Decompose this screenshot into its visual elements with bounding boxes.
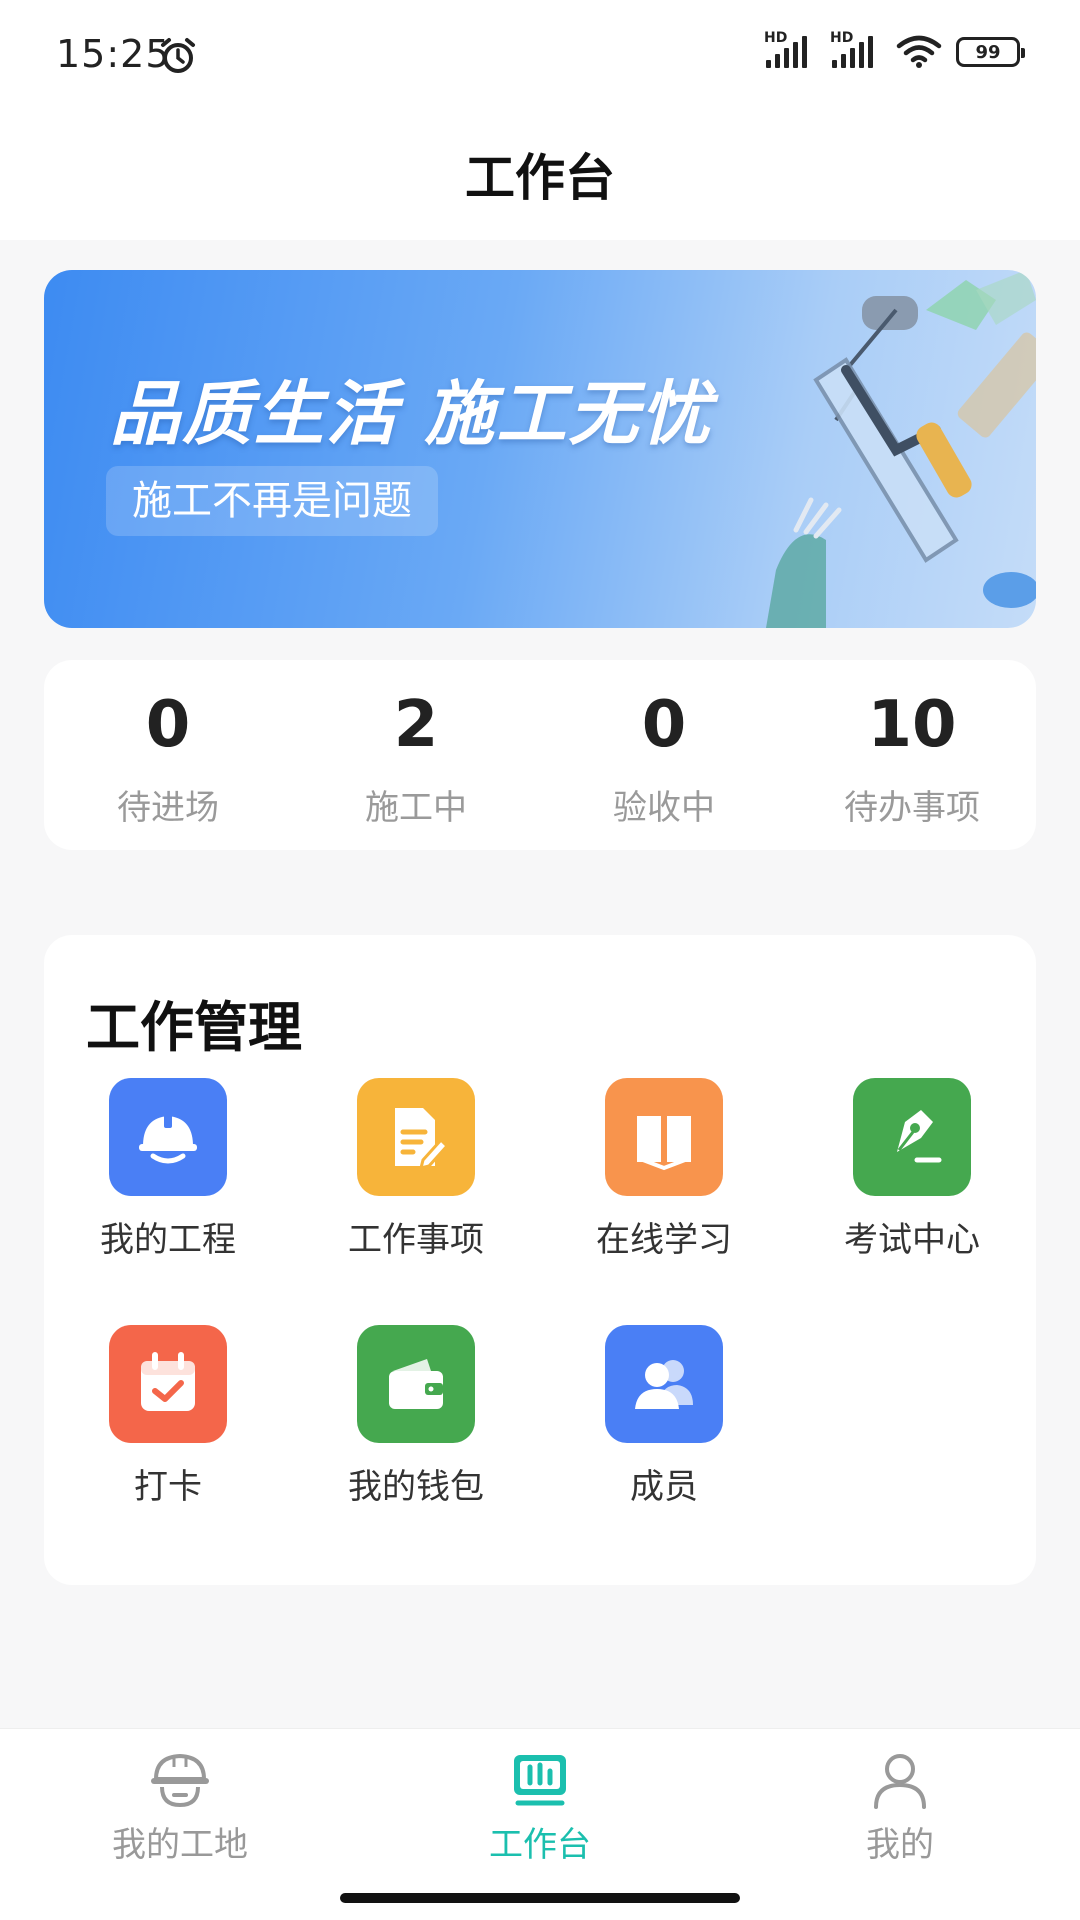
pen-icon — [853, 1078, 971, 1196]
nav-item-my-site[interactable]: 我的工地 — [60, 1751, 300, 1866]
stat-value: 0 — [145, 688, 191, 762]
bottom-nav: 我的工地 工作台 我的 — [0, 1728, 1080, 1920]
stats-card: 0 待进场 2 施工中 0 验收中 10 待办事项 — [44, 660, 1036, 850]
signal-icon: HD — [830, 30, 882, 70]
grid-item-exam-center[interactable]: 考试中心 — [788, 1078, 1036, 1261]
stat-in-construction[interactable]: 2 施工中 — [292, 660, 540, 850]
stat-value: 0 — [641, 688, 687, 762]
alarm-icon — [161, 38, 195, 73]
grid-item-label: 考试中心 — [844, 1220, 980, 1260]
stat-value: 10 — [867, 688, 957, 762]
stat-label: 待办事项 — [844, 788, 980, 828]
nav-label: 我的 — [866, 1825, 934, 1865]
stat-label: 验收中 — [613, 788, 715, 828]
grid-item-label: 我的工程 — [100, 1220, 236, 1260]
nav-label: 工作台 — [489, 1825, 591, 1865]
banner-subtitle: 施工不再是问题 — [106, 466, 438, 536]
dashboard-icon — [514, 1755, 566, 1806]
wallet-icon — [357, 1325, 475, 1443]
grid-item-my-projects[interactable]: 我的工程 — [44, 1078, 292, 1261]
grid-item-check-in[interactable]: 打卡 — [44, 1325, 292, 1508]
grid-item-label: 在线学习 — [596, 1220, 732, 1260]
grid-item-label: 成员 — [630, 1467, 698, 1507]
nav-item-mine[interactable]: 我的 — [780, 1751, 1020, 1866]
app-header: 工作台 — [0, 110, 1080, 240]
page-title: 工作台 — [465, 149, 615, 207]
stat-label: 施工中 — [365, 788, 467, 828]
helmet-icon — [109, 1078, 227, 1196]
work-management-card: 工作管理 我的工程 工作事项 在线学习 考试中心 打卡 我的钱包 成员 — [44, 935, 1036, 1585]
calendar-check-icon — [109, 1325, 227, 1443]
home-indicator[interactable] — [340, 1893, 740, 1903]
stat-value: 2 — [393, 688, 439, 762]
grid-item-label: 我的钱包 — [348, 1467, 484, 1507]
grid-item-work-items[interactable]: 工作事项 — [292, 1078, 540, 1261]
nav-label: 我的工地 — [112, 1825, 248, 1865]
status-time: 15:25 — [56, 32, 171, 76]
stat-pending-entry[interactable]: 0 待进场 — [44, 660, 292, 850]
grid-item-online-learning[interactable]: 在线学习 — [540, 1078, 788, 1261]
grid-item-label: 打卡 — [134, 1467, 202, 1507]
document-edit-icon — [357, 1078, 475, 1196]
stat-in-inspection[interactable]: 0 验收中 — [540, 660, 788, 850]
grid-item-label: 工作事项 — [348, 1220, 484, 1260]
book-icon — [605, 1078, 723, 1196]
signal-icon: HD — [764, 30, 816, 70]
grid-item-members[interactable]: 成员 — [540, 1325, 788, 1508]
section-title: 工作管理 — [86, 996, 302, 1059]
battery-indicator: 99 — [956, 37, 1025, 67]
helmet-face-icon — [151, 1753, 209, 1808]
stat-todo[interactable]: 10 待办事项 — [788, 660, 1036, 850]
user-icon — [874, 1754, 926, 1809]
promo-banner[interactable]: 品质生活 施工无忧 施工不再是问题 — [44, 270, 1036, 628]
banner-title: 品质生活 施工无忧 — [110, 373, 713, 455]
wifi-icon — [896, 35, 942, 68]
stat-label: 待进场 — [117, 788, 219, 828]
grid-item-my-wallet[interactable]: 我的钱包 — [292, 1325, 540, 1508]
status-bar: 15:25 HD HD 99 — [0, 0, 1080, 110]
members-icon — [605, 1325, 723, 1443]
nav-item-workbench[interactable]: 工作台 — [420, 1751, 660, 1866]
battery-level: 99 — [975, 41, 1001, 63]
